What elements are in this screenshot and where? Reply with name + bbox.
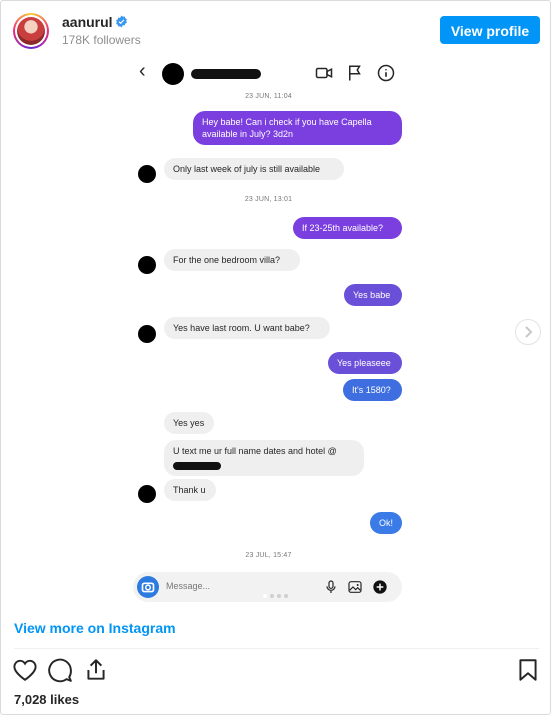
message-composer: Message... xyxy=(133,572,402,602)
message-outgoing: Ok! xyxy=(370,512,402,534)
username[interactable]: aanurul xyxy=(62,14,113,30)
video-icon xyxy=(315,67,333,79)
heart-icon[interactable] xyxy=(12,657,38,683)
microphone-icon xyxy=(326,580,336,593)
contact-avatar xyxy=(138,165,156,183)
profile-avatar[interactable] xyxy=(13,13,49,49)
verified-badge-icon xyxy=(116,15,127,28)
contact-avatar xyxy=(138,325,156,343)
camera-icon xyxy=(137,576,159,598)
view-more-link[interactable]: View more on Instagram xyxy=(14,620,176,636)
contact-avatar xyxy=(138,256,156,274)
info-icon xyxy=(377,64,395,82)
message-incoming: U text me ur full name dates and hotel @ xyxy=(164,440,364,476)
timestamp: 23 JUL, 15:47 xyxy=(245,552,292,559)
share-icon[interactable] xyxy=(83,657,109,683)
message-incoming: Yes yes xyxy=(164,412,214,434)
message-outgoing: Hey babe! Can i check if you have Capell… xyxy=(193,111,402,145)
dm-screenshot: ‹ 23 JUN, 11:04 Hey babe! Can i check if… xyxy=(127,55,410,610)
divider xyxy=(14,648,539,649)
message-outgoing: Yes babe xyxy=(344,284,402,306)
message-outgoing: If 23-25th available? xyxy=(293,217,402,239)
flag-icon xyxy=(349,65,361,81)
comment-icon[interactable] xyxy=(47,657,73,683)
message-outgoing: Yes pleaseee xyxy=(328,352,402,374)
chevron-left-icon: ‹ xyxy=(139,60,146,82)
carousel-pager xyxy=(263,585,291,603)
message-incoming: Yes have last room. U want babe? xyxy=(164,317,330,339)
message-incoming: Thank u xyxy=(164,479,216,501)
message-incoming: Only last week of july is still availabl… xyxy=(164,158,344,180)
message-text: U text me ur full name dates and hotel @ xyxy=(173,446,337,456)
contact-avatar xyxy=(138,485,156,503)
timestamp: 23 JUN, 13:01 xyxy=(244,196,293,203)
bookmark-icon[interactable] xyxy=(515,657,541,683)
follower-count: 178K followers xyxy=(62,33,141,47)
chat-header: ‹ xyxy=(127,55,410,91)
message-placeholder: Message... xyxy=(166,581,211,591)
contact-avatar xyxy=(162,63,184,85)
redacted-contact-name xyxy=(191,69,261,79)
timestamp: 23 JUN, 11:04 xyxy=(245,93,292,100)
message-outgoing: It's 1580? xyxy=(343,379,402,401)
image-icon xyxy=(348,581,362,593)
plus-icon xyxy=(373,580,387,594)
redacted-handle xyxy=(173,462,221,470)
like-count: 7,028 likes xyxy=(14,692,80,707)
message-incoming: For the one bedroom villa? xyxy=(164,249,300,271)
chevron-right-icon[interactable] xyxy=(515,319,541,345)
view-profile-button[interactable]: View profile xyxy=(440,16,540,44)
